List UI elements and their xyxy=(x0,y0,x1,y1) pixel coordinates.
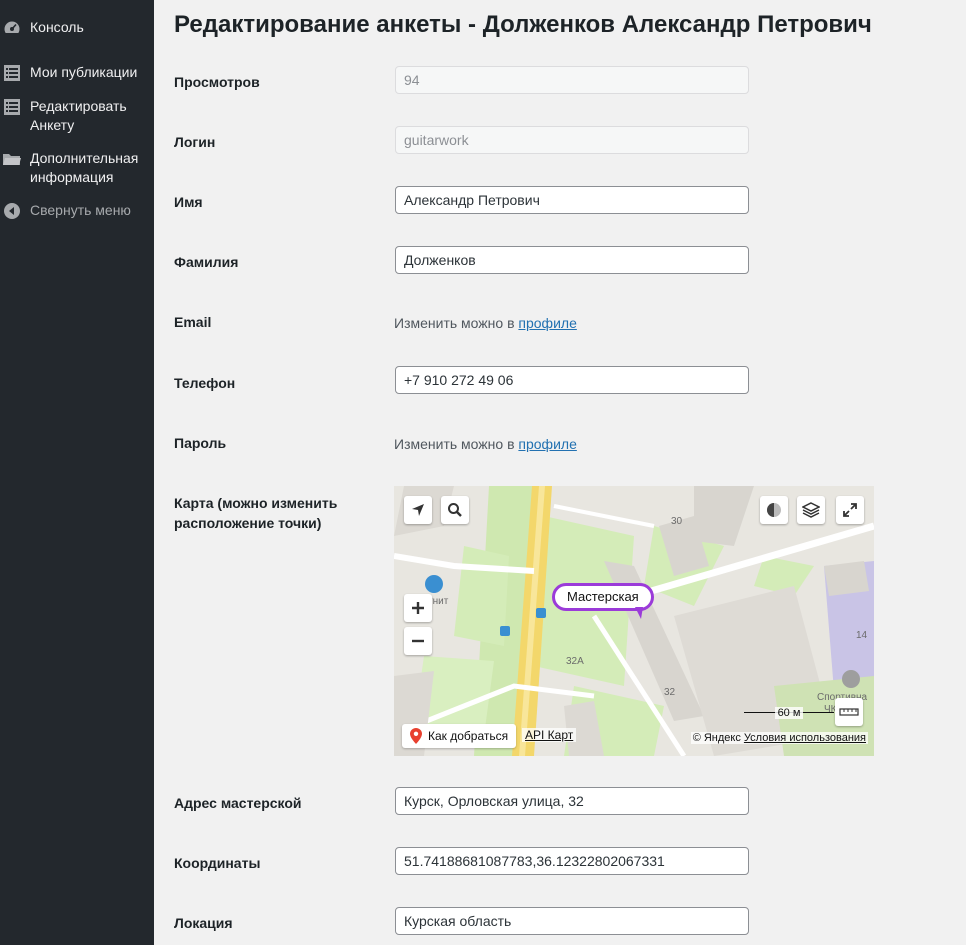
name-label: Имя xyxy=(174,194,203,210)
location-map[interactable]: 30 32А 32 14 гнит Спортивна ЧКОЛ М xyxy=(394,486,874,756)
sidebar-item-label: Дополнительная информация xyxy=(30,150,139,185)
zoom-out-button[interactable] xyxy=(404,627,432,655)
login-field: guitarwork xyxy=(395,126,749,154)
map-copyright: © Яндекс Условия использования xyxy=(690,732,868,744)
copyright-text: © Яндекс xyxy=(692,732,744,744)
password-profile-link[interactable]: профиле xyxy=(518,436,576,452)
search-icon xyxy=(448,503,462,517)
location-label: Локация xyxy=(174,915,233,931)
route-button[interactable]: Как добраться xyxy=(402,724,517,748)
layers-icon xyxy=(802,502,820,518)
building-number: 30 xyxy=(671,516,683,527)
layers-button[interactable] xyxy=(797,496,825,524)
map-pin-icon xyxy=(410,728,422,752)
phone-label: Телефон xyxy=(174,375,236,391)
building-number: 14 xyxy=(856,630,868,641)
route-button-label: Как добраться xyxy=(428,729,509,743)
password-note-text: Изменить можно в xyxy=(394,436,519,452)
sidebar-item-label: Редактировать Анкету xyxy=(30,98,127,133)
password-label: Пароль xyxy=(174,435,227,451)
main-content: Редактирование анкеты - Долженков Алекса… xyxy=(154,0,966,945)
api-maps-link[interactable]: API Карт xyxy=(522,728,577,742)
ruler-button[interactable] xyxy=(835,698,863,726)
surname-input[interactable]: Долженков xyxy=(395,246,749,274)
plus-icon xyxy=(412,602,424,614)
map-pin-tail xyxy=(635,607,643,619)
geolocation-button[interactable] xyxy=(404,496,432,524)
name-input[interactable]: Александр Петрович xyxy=(395,186,749,214)
terms-link[interactable]: Условия использования xyxy=(744,732,866,744)
list-icon xyxy=(3,64,21,82)
email-note-text: Изменить можно в xyxy=(394,315,519,331)
collapse-arrow-icon xyxy=(3,202,21,220)
location-input[interactable]: Курская область xyxy=(395,907,749,935)
sidebar-item-label: Консоль xyxy=(30,19,84,35)
address-input[interactable]: Курск, Орловская улица, 32 xyxy=(395,787,749,815)
ruler-icon xyxy=(839,708,859,716)
fullscreen-button[interactable] xyxy=(836,496,864,524)
building-number: 32 xyxy=(664,687,676,698)
password-note: Изменить можно в профиле xyxy=(394,434,577,454)
map-scale-label: 60 м xyxy=(774,707,804,719)
views-label: Просмотров xyxy=(174,74,260,90)
email-profile-link[interactable]: профиле xyxy=(518,315,576,331)
address-label: Адрес мастерской xyxy=(174,795,302,811)
collapse-menu-label: Свернуть меню xyxy=(30,202,131,218)
zoom-in-button[interactable] xyxy=(404,594,432,622)
folder-icon xyxy=(3,150,21,168)
login-label: Логин xyxy=(174,134,216,150)
building-number: 32А xyxy=(566,656,584,667)
map-scale: 60 м xyxy=(744,706,834,720)
email-label: Email xyxy=(174,314,212,330)
email-note: Изменить можно в профиле xyxy=(394,313,577,333)
traffic-icon xyxy=(767,503,781,517)
traffic-button[interactable] xyxy=(760,496,788,524)
admin-sidebar: Консоль Мои публикации Редактировать Анк… xyxy=(0,0,154,945)
expand-icon xyxy=(843,503,857,517)
dashboard-icon xyxy=(3,19,21,37)
coordinates-label: Координаты xyxy=(174,855,261,871)
coordinates-input[interactable]: 51.74188681087783,36.12322802067331 xyxy=(395,847,749,875)
sidebar-item-label: Мои публикации xyxy=(30,64,138,80)
navigation-arrow-icon xyxy=(412,504,424,516)
surname-label: Фамилия xyxy=(174,254,239,270)
phone-input[interactable]: +7 910 272 49 06 xyxy=(395,366,749,394)
views-field: 94 xyxy=(395,66,749,94)
minus-icon xyxy=(412,639,424,643)
list-icon xyxy=(3,98,21,116)
map-label: Карта (можно изменить расположение точки… xyxy=(174,495,338,531)
map-search-button[interactable] xyxy=(441,496,469,524)
page-title: Редактирование анкеты - Долженков Алекса… xyxy=(174,11,872,38)
